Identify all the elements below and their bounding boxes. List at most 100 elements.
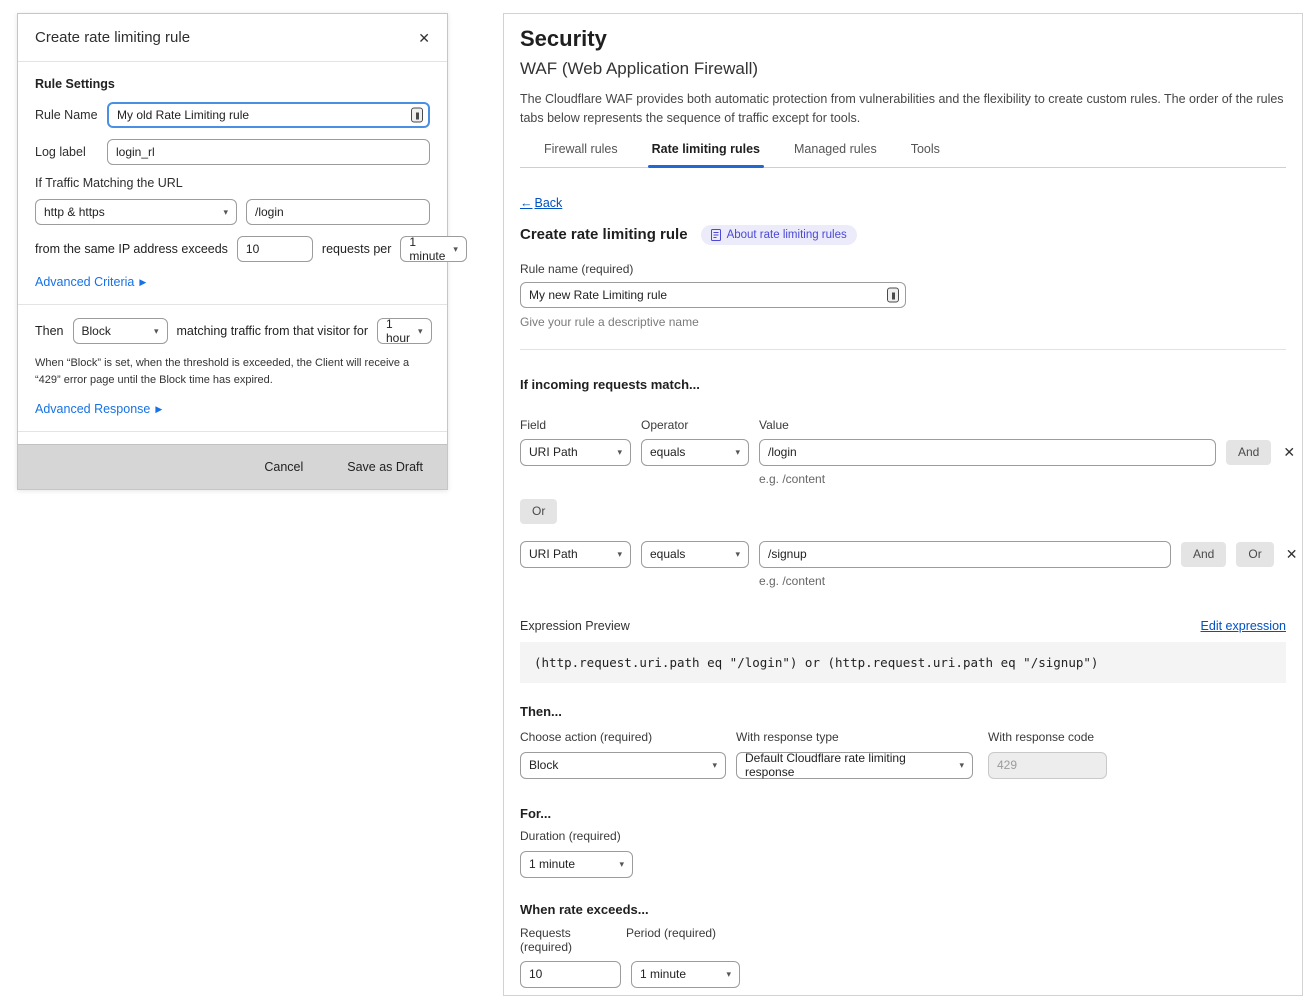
rule-name-input[interactable]: [107, 102, 430, 128]
response-code-input: [988, 752, 1107, 779]
rule-name-help: Give your rule a descriptive name: [520, 315, 1286, 329]
requests-input[interactable]: [237, 236, 313, 262]
divider: [18, 304, 447, 305]
operator-select[interactable]: equals ▾: [641, 439, 749, 466]
response-type-label: With response type: [736, 730, 973, 744]
cancel-button[interactable]: Cancel: [264, 460, 303, 474]
document-icon: [711, 229, 721, 241]
divider: [520, 349, 1286, 350]
tab-tools[interactable]: Tools: [911, 142, 940, 167]
value-input[interactable]: [759, 541, 1171, 568]
advanced-criteria-link[interactable]: Advanced Criteria ▶: [35, 275, 146, 289]
match-heading: If incoming requests match...: [520, 377, 1286, 392]
block-duration-select[interactable]: 1 hour ▾: [377, 318, 432, 344]
and-button[interactable]: And: [1181, 542, 1226, 567]
value-hint: e.g. /content: [759, 472, 1286, 486]
back-link[interactable]: ←Back: [520, 196, 562, 210]
dialog-header: Create rate limiting rule ✕: [18, 14, 447, 62]
value-hint: e.g. /content: [759, 574, 1286, 588]
waf-tabs: Firewall rules Rate limiting rules Manag…: [520, 142, 1286, 168]
response-code-label: With response code: [988, 730, 1107, 744]
form-title: Create rate limiting rule: [520, 226, 688, 243]
rule-name-wrap: [107, 102, 430, 128]
requests-label: Requests (required): [520, 926, 626, 954]
match-row-1: URI Path ▾ equals ▾ And ✕: [520, 439, 1286, 466]
chevron-down-icon: ▾: [712, 760, 717, 771]
requests-input[interactable]: [520, 961, 621, 988]
choose-action-label: Choose action (required): [520, 730, 726, 744]
duration-label: Duration (required): [520, 829, 1286, 843]
tab-managed-rules[interactable]: Managed rules: [794, 142, 877, 167]
field-select[interactable]: URI Path ▾: [520, 541, 631, 568]
about-rate-limiting-badge[interactable]: About rate limiting rules: [701, 225, 857, 245]
url-input[interactable]: [246, 199, 430, 225]
rule-settings-heading: Rule Settings: [35, 77, 430, 91]
traffic-matching-label: If Traffic Matching the URL: [35, 176, 430, 190]
operator-column-label: Operator: [641, 418, 759, 432]
caret-right-icon: ▶: [155, 404, 162, 415]
chevron-down-icon: ▾: [154, 326, 159, 337]
scheme-select[interactable]: http & https ▾: [35, 199, 237, 225]
action-select[interactable]: Block ▾: [73, 318, 168, 344]
create-rate-limiting-rule-dialog: Create rate limiting rule ✕ Rule Setting…: [17, 13, 448, 490]
log-label-input[interactable]: [107, 139, 430, 165]
chevron-down-icon: ▾: [453, 244, 458, 255]
or-button[interactable]: Or: [1236, 542, 1273, 567]
rule-name-label: Rule name (required): [520, 262, 1286, 276]
page-title: Security: [520, 26, 1286, 52]
back-arrow-icon: ←: [520, 196, 533, 210]
block-note: When “Block” is set, when the threshold …: [35, 355, 430, 389]
field-column-label: Field: [520, 418, 641, 432]
autofill-icon: [411, 108, 423, 123]
edit-expression-link[interactable]: Edit expression: [1201, 619, 1286, 633]
duration-select[interactable]: 1 minute ▾: [520, 851, 633, 878]
then-heading: Then...: [520, 704, 1286, 719]
operator-select[interactable]: equals ▾: [641, 541, 749, 568]
period-label: Period (required): [626, 926, 716, 954]
tab-rate-limiting-rules[interactable]: Rate limiting rules: [652, 142, 760, 167]
match-row-2: URI Path ▾ equals ▾ And Or ✕: [520, 541, 1286, 568]
value-column-label: Value: [759, 418, 789, 432]
for-heading: For...: [520, 806, 1286, 821]
chevron-down-icon: ▾: [223, 207, 228, 218]
period-select[interactable]: 1 minute ▾: [631, 961, 740, 988]
exceeds-suffix-label: requests per: [322, 242, 391, 256]
or-button[interactable]: Or: [520, 499, 557, 524]
chevron-down-icon: ▾: [617, 549, 622, 560]
log-label-label: Log label: [35, 145, 98, 159]
url-match-row: http & https ▾: [35, 199, 430, 225]
dialog-body: Rule Settings Rule Name Log label If Tra…: [18, 62, 447, 463]
rule-name-label: Rule Name: [35, 108, 98, 122]
page-subtitle: WAF (Web Application Firewall): [520, 59, 1286, 79]
caret-right-icon: ▶: [139, 277, 146, 288]
field-select[interactable]: URI Path ▾: [520, 439, 631, 466]
response-type-select[interactable]: Default Cloudflare rate limiting respons…: [736, 752, 973, 779]
rate-heading: When rate exceeds...: [520, 902, 1286, 917]
then-label: Then: [35, 324, 64, 338]
chevron-down-icon: ▾: [735, 447, 740, 458]
action-select[interactable]: Block ▾: [520, 752, 726, 779]
security-waf-panel: Security WAF (Web Application Firewall) …: [503, 13, 1303, 996]
expression-preview-label: Expression Preview: [520, 619, 630, 633]
threshold-row: from the same IP address exceeds request…: [35, 236, 430, 262]
chevron-down-icon: ▾: [735, 549, 740, 560]
remove-row-icon[interactable]: ✕: [1281, 444, 1297, 461]
chevron-down-icon: ▾: [726, 969, 731, 980]
remove-row-icon[interactable]: ✕: [1284, 546, 1300, 563]
chevron-down-icon: ▾: [959, 760, 964, 771]
then-row: Then Block ▾ matching traffic from that …: [35, 318, 430, 344]
rule-name-input[interactable]: [520, 282, 906, 308]
dialog-footer: Cancel Save as Draft: [18, 444, 447, 489]
form-title-row: Create rate limiting rule About rate lim…: [520, 225, 1286, 245]
chevron-down-icon: ▾: [418, 326, 423, 337]
and-button[interactable]: And: [1226, 440, 1271, 465]
chevron-down-icon: ▾: [617, 447, 622, 458]
save-as-draft-button[interactable]: Save as Draft: [347, 460, 423, 474]
close-icon[interactable]: ✕: [418, 31, 430, 45]
tab-firewall-rules[interactable]: Firewall rules: [544, 142, 618, 167]
value-input[interactable]: [759, 439, 1216, 466]
then-suffix-label: matching traffic from that visitor for: [177, 324, 369, 338]
expression-code: (http.request.uri.path eq "/login") or (…: [520, 642, 1286, 683]
period-select[interactable]: 1 minute ▾: [400, 236, 467, 262]
advanced-response-link[interactable]: Advanced Response ▶: [35, 402, 162, 416]
